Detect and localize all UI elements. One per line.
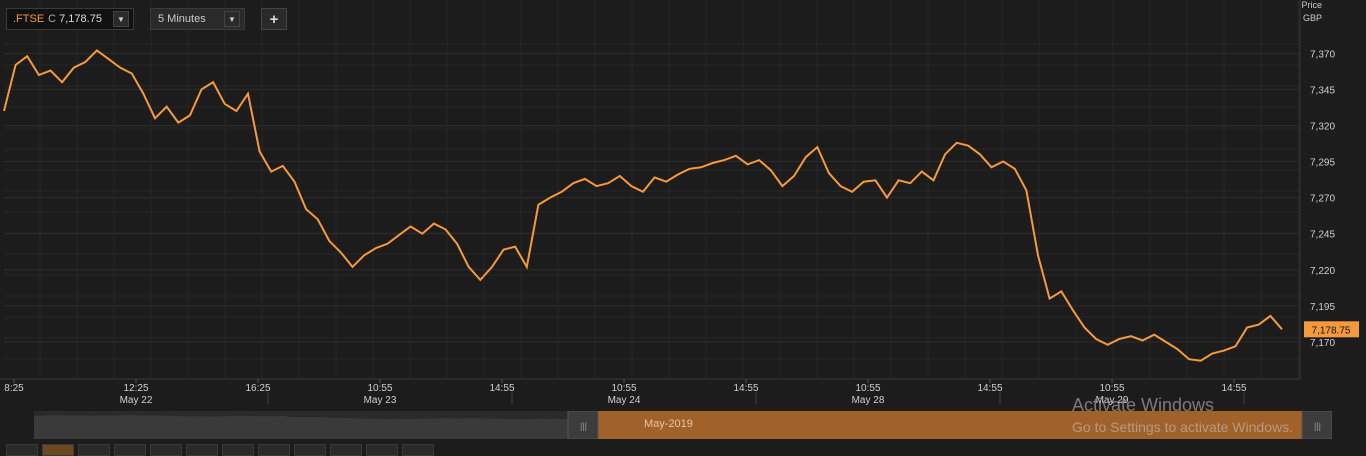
series-line-ftse <box>3 49 1283 362</box>
y-tick-label: 7,320 <box>1310 121 1335 132</box>
y-tick-label: 7,270 <box>1310 194 1335 205</box>
x-tick-label: 14:55 <box>1221 383 1246 394</box>
y-tick-label: 7,370 <box>1310 49 1335 60</box>
range-button[interactable] <box>294 444 326 456</box>
range-button[interactable] <box>330 444 362 456</box>
y-tick-label: 7,295 <box>1310 158 1335 169</box>
y-tick-label: 7,220 <box>1310 266 1335 277</box>
range-button[interactable] <box>402 444 434 456</box>
plus-icon: + <box>269 10 279 28</box>
last-value: 7,178.75 <box>59 13 102 25</box>
range-button[interactable] <box>42 444 74 456</box>
interval-selector[interactable]: 5 Minutes ▼ <box>150 8 245 30</box>
last-price-tag-label: 7,178.75 <box>1312 325 1351 336</box>
x-date-label: May 28 <box>852 395 885 406</box>
y-tick-label: 7,170 <box>1310 338 1335 349</box>
x-date-label: May 23 <box>364 395 397 406</box>
range-button[interactable] <box>366 444 398 456</box>
x-tick-label: 10:55 <box>611 383 636 394</box>
x-tick-label: 10:55 <box>855 383 880 394</box>
close-flag: C <box>48 13 57 25</box>
range-button[interactable] <box>258 444 290 456</box>
range-button[interactable] <box>222 444 254 456</box>
symbol-selector[interactable]: .FTSE C 7,178.75 ▼ <box>6 8 134 30</box>
x-date-label: May 24 <box>608 395 641 406</box>
x-tick-label: 14:55 <box>489 383 514 394</box>
range-button[interactable] <box>6 444 38 456</box>
chevron-down-icon[interactable]: ▼ <box>224 11 240 27</box>
price-chart[interactable]: 8:25 12:25May 2216:25 10:55May 2314:55 10:5… <box>0 0 1366 451</box>
grip-icon: ||| <box>580 421 587 431</box>
y-tick-label: 7,245 <box>1310 230 1335 241</box>
axis-title-currency: GBP <box>1302 13 1322 23</box>
y-tick-label: 7,345 <box>1310 85 1335 96</box>
x-date-label: May 22 <box>120 395 153 406</box>
grip-icon: ||| <box>1314 421 1321 431</box>
chevron-down-icon[interactable]: ▼ <box>113 11 129 27</box>
navigator-label: May-2019 <box>644 418 693 430</box>
watermark-line1: Activate Windows <box>1072 395 1215 415</box>
add-study-button[interactable]: + <box>261 8 287 30</box>
x-tick-label: 8:25 <box>4 383 24 394</box>
range-button[interactable] <box>186 444 218 456</box>
range-button[interactable] <box>78 444 110 456</box>
x-tick-label: 16:25 <box>245 383 270 394</box>
range-button[interactable] <box>114 444 146 456</box>
x-tick-label: 10:55 <box>367 383 392 394</box>
x-tick-label: 10:55 <box>1099 383 1124 394</box>
watermark-line2: Go to Settings to activate Windows. <box>1072 419 1293 435</box>
y-tick-label: 7,195 <box>1310 302 1335 313</box>
x-tick-label: 14:55 <box>977 383 1002 394</box>
x-tick-label: 14:55 <box>733 383 758 394</box>
range-buttons <box>6 444 434 456</box>
chart-toolbar: .FTSE C 7,178.75 ▼ 5 Minutes ▼ + <box>6 7 287 31</box>
last-price-tag: 7,178.75 <box>1304 321 1359 338</box>
axis-title-price: Price <box>1301 0 1322 10</box>
symbol-label: .FTSE <box>13 13 45 25</box>
x-tick-label: 12:25 <box>123 383 148 394</box>
range-button[interactable] <box>150 444 182 456</box>
interval-label: 5 Minutes <box>158 13 206 25</box>
chart-grid <box>4 0 1300 378</box>
